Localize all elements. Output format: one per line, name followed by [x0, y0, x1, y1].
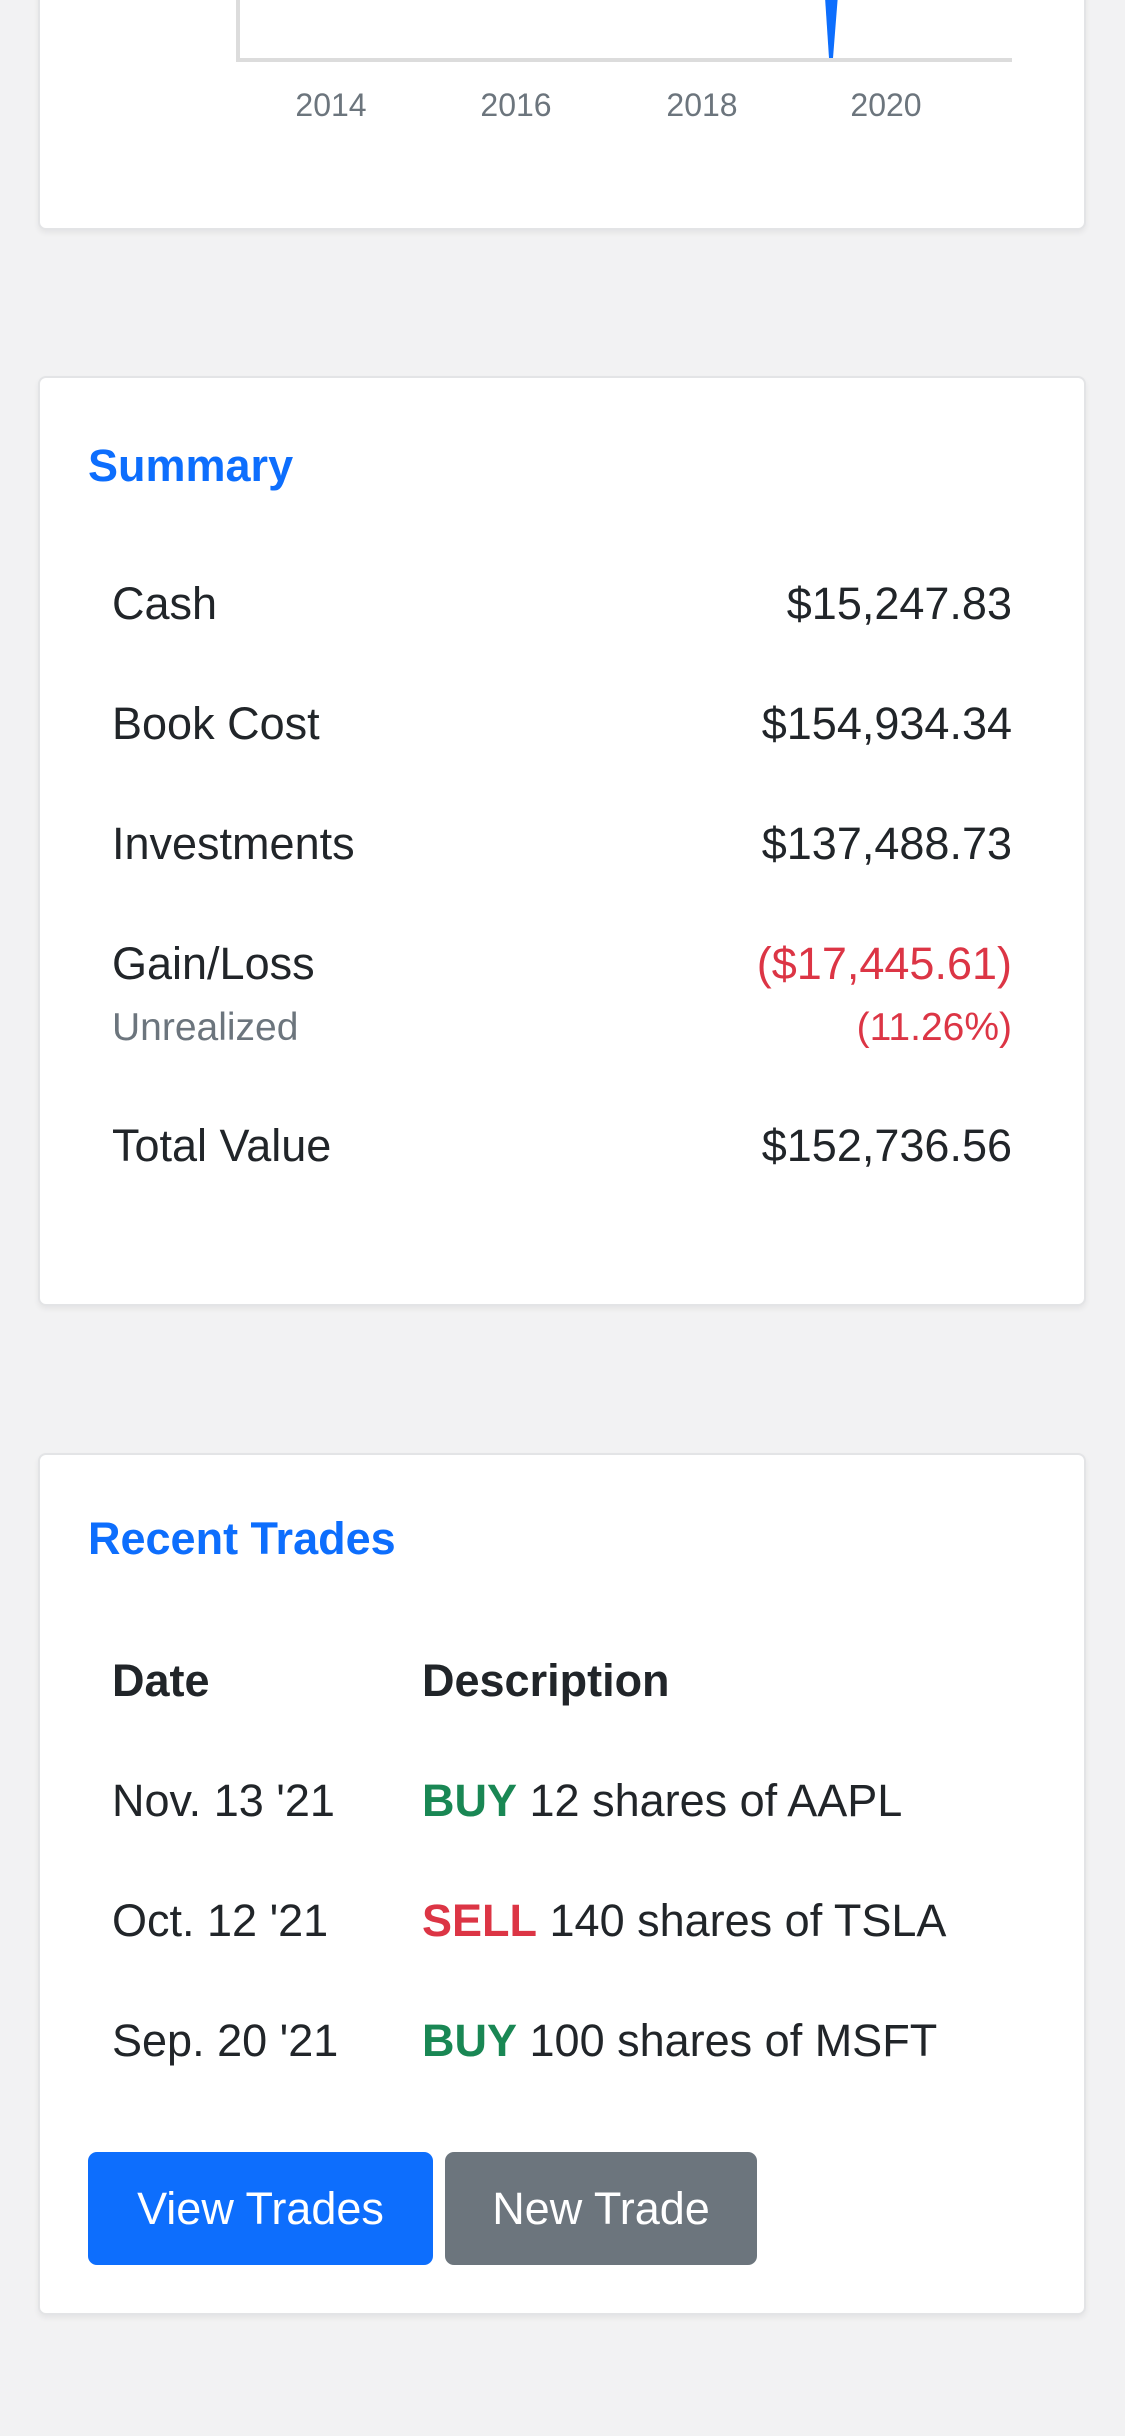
trades-table-header: Date Description: [112, 1655, 1044, 1715]
portfolio-chart: 2014 2016 2018 2020: [236, 0, 1012, 123]
summary-label: Book Cost: [112, 698, 320, 749]
trade-description: BUY 12 shares of AAPL: [422, 1775, 902, 1827]
chart-series-line: [825, 0, 838, 58]
trade-description: SELL 140 shares of TSLA: [422, 1895, 946, 1947]
table-row: Oct. 12 '21 SELL 140 shares of TSLA: [112, 1895, 1044, 1955]
x-tick-label: 2018: [666, 87, 737, 123]
x-tick-label: 2016: [480, 87, 551, 123]
table-row: Sep. 20 '21 BUY 100 shares of MSFT: [112, 2015, 1044, 2075]
trade-date: Nov. 13 '21: [112, 1775, 335, 1826]
trade-action-buy: BUY: [422, 1775, 518, 1826]
trade-detail: 140 shares of TSLA: [537, 1895, 947, 1946]
column-header-date: Date: [112, 1655, 210, 1706]
x-tick-label: 2020: [850, 87, 921, 123]
portfolio-chart-card: 2014 2016 2018 2020: [38, 0, 1086, 230]
recent-trades-title: Recent Trades: [88, 1513, 396, 1564]
trade-description: BUY 100 shares of MSFT: [422, 2015, 937, 2067]
summary-label: Gain/Loss: [112, 938, 315, 989]
summary-value-negative: ($17,445.61): [756, 938, 1012, 989]
summary-label: Investments: [112, 818, 355, 869]
summary-value: $154,934.34: [761, 698, 1012, 749]
column-header-description: Description: [422, 1655, 670, 1706]
summary-row-book-cost: Book Cost $154,934.34: [112, 698, 1012, 758]
summary-subvalue-percent: (11.26%): [856, 1006, 1012, 1049]
trade-detail: 12 shares of AAPL: [517, 1775, 903, 1826]
summary-value: $137,488.73: [761, 818, 1012, 869]
trade-detail: 100 shares of MSFT: [517, 2015, 938, 2066]
new-trade-button[interactable]: New Trade: [445, 2152, 757, 2265]
summary-title: Summary: [88, 440, 294, 491]
summary-label: Total Value: [112, 1120, 332, 1171]
summary-value: $152,736.56: [761, 1120, 1012, 1171]
summary-row-cash: Cash $15,247.83: [112, 578, 1012, 638]
x-tick-label: 2014: [295, 87, 366, 123]
view-trades-button[interactable]: View Trades: [88, 2152, 433, 2265]
recent-trades-card: Recent Trades Date Description Nov. 13 '…: [38, 1453, 1086, 2315]
trade-date: Sep. 20 '21: [112, 2015, 339, 2066]
summary-label: Cash: [112, 578, 218, 629]
summary-sublabel: Unrealized: [112, 1006, 299, 1049]
summary-row-investments: Investments $137,488.73: [112, 818, 1012, 878]
summary-card: Summary Cash $15,247.83 Book Cost $154,9…: [38, 376, 1086, 1306]
table-row: Nov. 13 '21 BUY 12 shares of AAPL: [112, 1775, 1044, 1835]
summary-row-total-value: Total Value $152,736.56: [112, 1120, 1012, 1180]
trade-action-sell: SELL: [422, 1895, 538, 1946]
trade-date: Oct. 12 '21: [112, 1895, 329, 1946]
summary-row-gain-loss: Gain/Loss ($17,445.61) Unrealized (11.26…: [112, 938, 1012, 1068]
trade-action-buy: BUY: [422, 2015, 518, 2066]
summary-value: $15,247.83: [786, 578, 1012, 629]
